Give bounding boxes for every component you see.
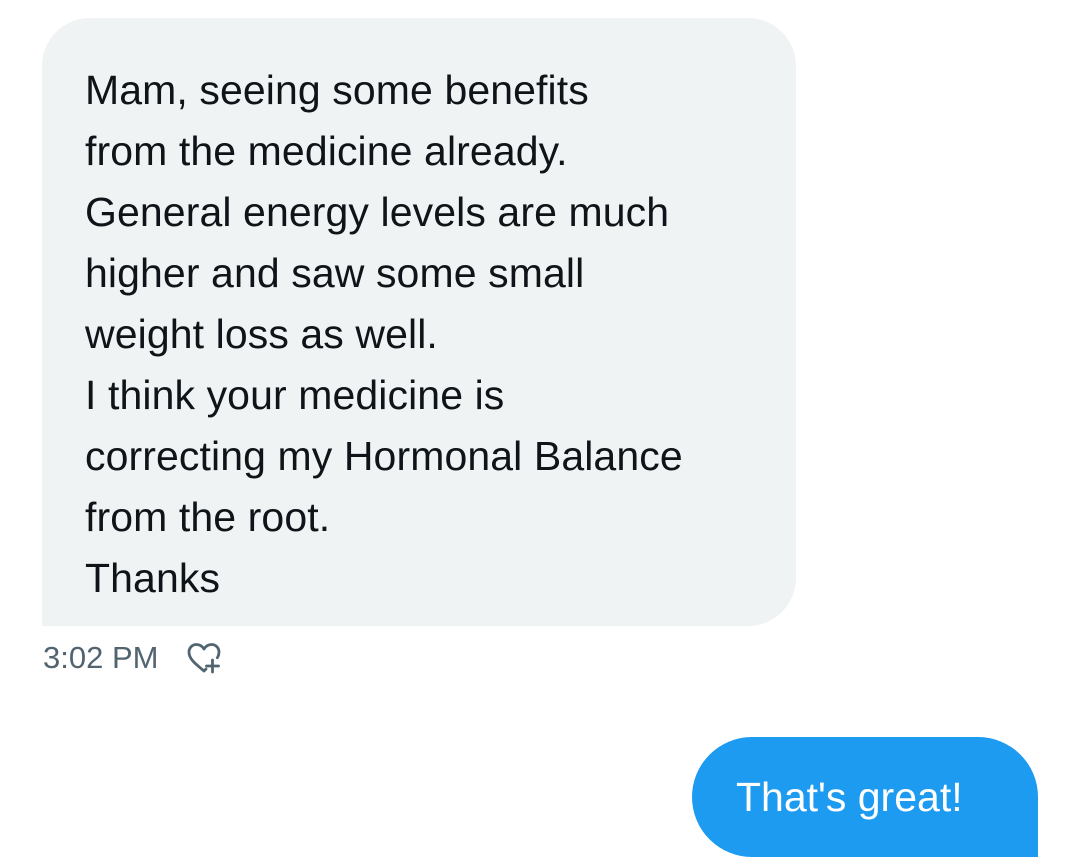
outgoing-message-text: That's great!: [736, 773, 963, 820]
heart-plus-icon[interactable]: [184, 638, 224, 678]
message-timestamp: 3:02 PM: [43, 640, 159, 675]
conversation-thread: Mam, seeing some benefits from the medic…: [0, 0, 1080, 866]
message-line: General energy levels are much: [85, 189, 670, 235]
message-line: from the root.: [85, 494, 331, 540]
message-line: from the medicine already.: [85, 128, 568, 174]
message-line: Thanks: [85, 555, 221, 601]
message-line: weight loss as well.: [85, 311, 438, 357]
message-line: I think your medicine is: [85, 372, 505, 418]
message-meta: 3:02 PM: [43, 636, 224, 680]
outgoing-message-bubble[interactable]: That's great!: [692, 737, 1038, 857]
message-line: correcting my Hormonal Balance: [85, 433, 683, 479]
message-line: Mam, seeing some benefits: [85, 67, 589, 113]
incoming-message-bubble[interactable]: Mam, seeing some benefits from the medic…: [42, 18, 796, 626]
message-line: higher and saw some small: [85, 250, 585, 296]
